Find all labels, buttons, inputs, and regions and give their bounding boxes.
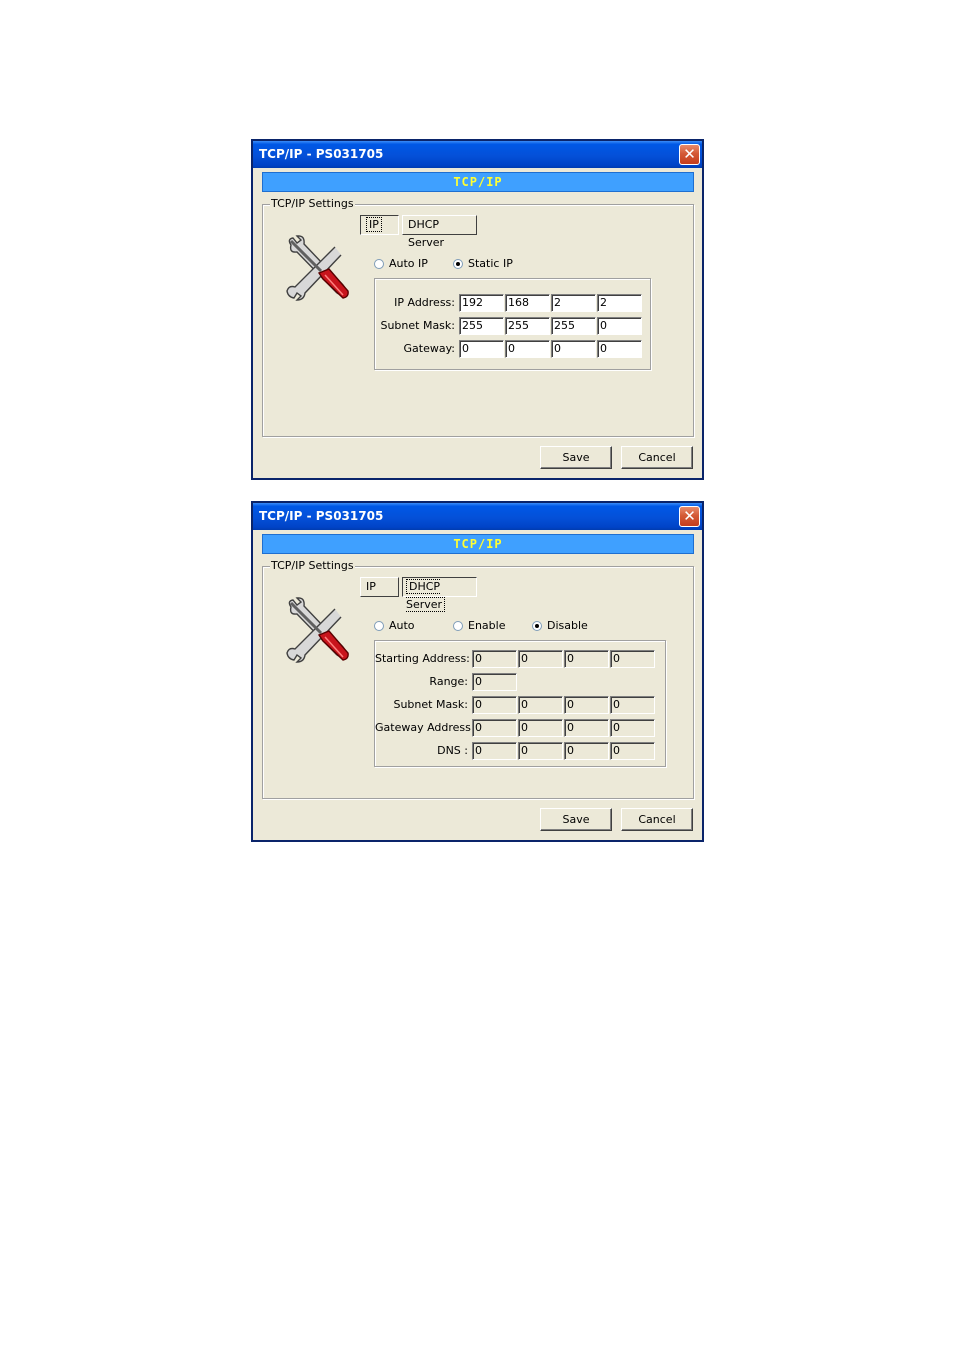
dns-octet-4: 0 (610, 742, 655, 760)
dns-octet-2: 0 (518, 742, 563, 760)
gateway-octet-1[interactable]: 0 (459, 340, 504, 358)
dns-octet-3: 0 (564, 742, 609, 760)
gateway-octet-3[interactable]: 0 (551, 340, 596, 358)
mask-octet-1[interactable]: 255 (459, 317, 504, 335)
radio-auto[interactable]: Auto (374, 619, 415, 633)
gateway-octet-3: 0 (564, 719, 609, 737)
tcpip-settings-group: TCP/IP Settings IP DHCP Server Auto IP S… (262, 198, 694, 437)
range-label: Range: (429, 675, 468, 688)
radio-label: Disable (547, 619, 588, 632)
radio-dot (453, 621, 463, 631)
mask-octet-2[interactable]: 255 (505, 317, 550, 335)
tab-label: IP (366, 580, 376, 593)
tab-dhcp-server[interactable]: DHCP Server (402, 215, 477, 249)
start-octet-1: 0 (472, 650, 517, 668)
start-octet-3: 0 (564, 650, 609, 668)
title-bar[interactable]: TCP/IP - PS031705 ✕ (253, 503, 702, 530)
cancel-button[interactable]: Cancel (621, 446, 693, 469)
radio-enable[interactable]: Enable (453, 619, 505, 633)
dns-octet-1: 0 (472, 742, 517, 760)
mask-octet-3[interactable]: 255 (551, 317, 596, 335)
tab-label: IP (366, 217, 382, 232)
tcpip-dialog-ip: TCP/IP - PS031705 ✕ TCP/IP TCP/IP Settin… (251, 139, 704, 480)
save-button[interactable]: Save (540, 808, 612, 831)
gateway-octet-4[interactable]: 0 (597, 340, 642, 358)
tcpip-dialog-dhcp: TCP/IP - PS031705 ✕ TCP/IP TCP/IP Settin… (251, 501, 704, 842)
tools-icon (285, 235, 351, 301)
gateway-address-label: Gateway Address: (375, 721, 475, 734)
gateway-octet-2[interactable]: 0 (505, 340, 550, 358)
cancel-button[interactable]: Cancel (621, 808, 693, 831)
radio-label: Auto (389, 619, 415, 632)
tcpip-settings-group: TCP/IP Settings IP DHCP Server Auto Enab… (262, 560, 694, 799)
radio-label: Auto IP (389, 257, 428, 270)
save-button[interactable]: Save (540, 446, 612, 469)
close-button[interactable]: ✕ (679, 144, 700, 165)
radio-disable[interactable]: Disable (532, 619, 588, 633)
start-octet-4: 0 (610, 650, 655, 668)
radio-label: Static IP (468, 257, 513, 270)
title-bar[interactable]: TCP/IP - PS031705 ✕ (253, 141, 702, 168)
window-title: TCP/IP - PS031705 (259, 509, 384, 523)
gateway-octet-1: 0 (472, 719, 517, 737)
dhcp-fields-box: Starting Address: 0 0 0 0 Range: 0 Subne… (374, 640, 666, 767)
tab-dhcp-server[interactable]: DHCP Server (402, 577, 477, 612)
ip-octet-3[interactable]: 2 (551, 294, 596, 312)
close-button[interactable]: ✕ (679, 506, 700, 527)
gateway-label: Gateway: (403, 342, 456, 355)
ip-octet-4[interactable]: 2 (597, 294, 642, 312)
range-input: 0 (472, 673, 517, 691)
radio-label: Enable (468, 619, 506, 632)
ip-octet-1[interactable]: 192 (459, 294, 504, 312)
tab-label: DHCP Server (406, 579, 446, 612)
window-title: TCP/IP - PS031705 (259, 147, 384, 161)
dns-label: DNS : (437, 744, 468, 757)
radio-auto-ip[interactable]: Auto IP (374, 257, 428, 271)
tools-icon (285, 597, 351, 663)
section-banner: TCP/IP (262, 172, 694, 192)
radio-dot (374, 621, 384, 631)
starting-address-label: Starting Address: (375, 652, 470, 665)
section-banner: TCP/IP (262, 534, 694, 554)
ip-fields-box: IP Address: 192 168 2 2 Subnet Mask: 255… (374, 278, 651, 370)
tab-label: DHCP Server (408, 218, 445, 249)
radio-static-ip[interactable]: Static IP (453, 257, 513, 271)
ip-octet-2[interactable]: 168 (505, 294, 550, 312)
mask-octet-2: 0 (518, 696, 563, 714)
ip-address-label: IP Address: (394, 296, 455, 309)
mask-octet-4[interactable]: 0 (597, 317, 642, 335)
radio-dot (532, 621, 542, 631)
radio-dot (453, 259, 463, 269)
group-label: TCP/IP Settings (270, 559, 355, 572)
subnet-mask-label: Subnet Mask: (380, 319, 455, 332)
group-label: TCP/IP Settings (270, 197, 355, 210)
gateway-octet-2: 0 (518, 719, 563, 737)
tab-ip[interactable]: IP (360, 215, 399, 235)
start-octet-2: 0 (518, 650, 563, 668)
gateway-octet-4: 0 (610, 719, 655, 737)
mask-octet-3: 0 (564, 696, 609, 714)
mask-octet-4: 0 (610, 696, 655, 714)
radio-dot (374, 259, 384, 269)
mask-octet-1: 0 (472, 696, 517, 714)
subnet-mask-label: Subnet Mask: (393, 698, 468, 711)
tab-ip[interactable]: IP (360, 577, 399, 597)
